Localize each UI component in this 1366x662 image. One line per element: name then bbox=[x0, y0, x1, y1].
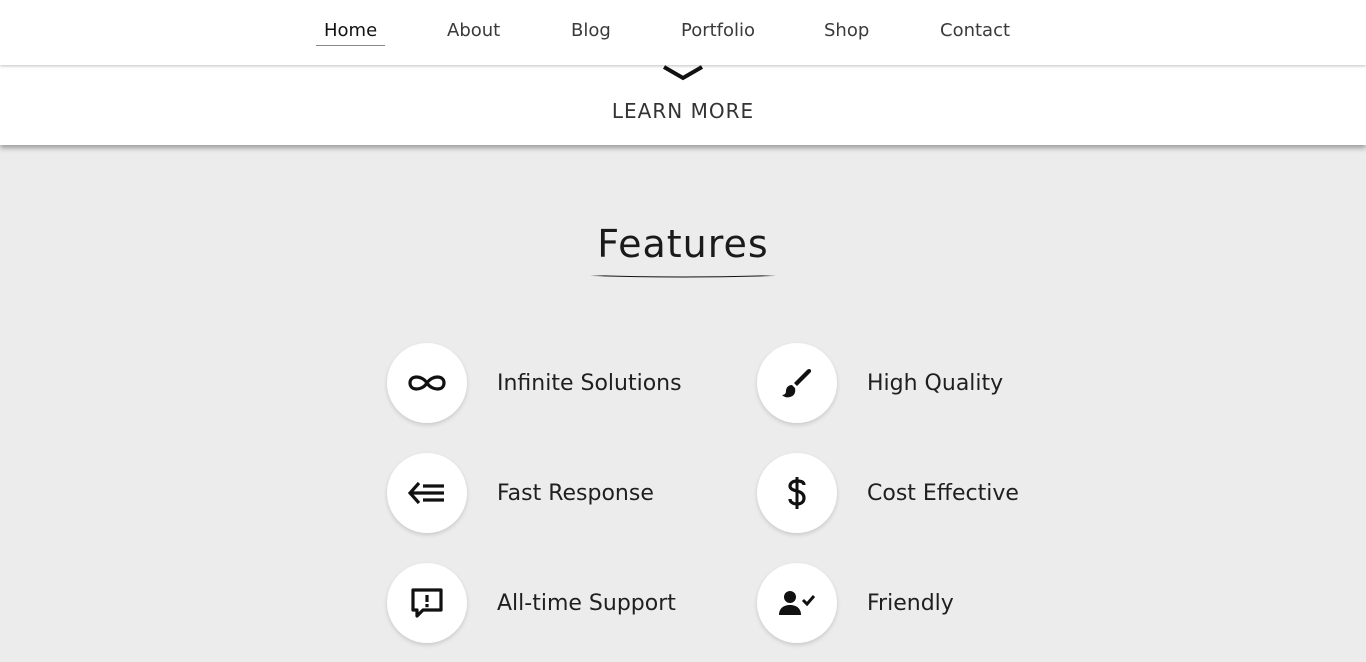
feature-item: Fast Response bbox=[387, 453, 654, 533]
feature-item: All-time Support bbox=[387, 563, 676, 643]
nav-active-indicator bbox=[316, 45, 385, 46]
nav-blog[interactable]: Blog bbox=[571, 20, 611, 41]
feature-item: Friendly bbox=[757, 563, 954, 643]
chevron-down-icon[interactable] bbox=[662, 65, 704, 81]
nav-contact[interactable]: Contact bbox=[940, 20, 1010, 41]
user-check-icon bbox=[779, 591, 816, 615]
feature-icon-circle bbox=[757, 453, 837, 533]
feature-item: Infinite Solutions bbox=[387, 343, 682, 423]
nav-home[interactable]: Home bbox=[324, 20, 377, 41]
top-navbar: Home About Blog Portfolio Shop Contact bbox=[0, 0, 1366, 65]
feature-label: Fast Response bbox=[497, 480, 654, 506]
nav-portfolio[interactable]: Portfolio bbox=[681, 20, 755, 41]
infinity-icon bbox=[408, 375, 446, 391]
feature-icon-circle bbox=[757, 343, 837, 423]
brush-icon bbox=[782, 369, 812, 398]
nav-about[interactable]: About bbox=[447, 20, 500, 41]
feature-label: Friendly bbox=[867, 590, 954, 616]
feature-item: Cost Effective bbox=[757, 453, 1019, 533]
feature-icon-circle bbox=[387, 453, 467, 533]
nav-shop[interactable]: Shop bbox=[824, 20, 869, 41]
feature-label: All-time Support bbox=[497, 590, 676, 616]
feature-icon-circle bbox=[387, 343, 467, 423]
feature-item: High Quality bbox=[757, 343, 1003, 423]
feature-icon-circle bbox=[757, 563, 837, 643]
feedback-icon bbox=[411, 588, 443, 618]
feature-icon-circle bbox=[387, 563, 467, 643]
feature-label: High Quality bbox=[867, 370, 1004, 396]
feature-label: Infinite Solutions bbox=[497, 370, 682, 396]
title-underline bbox=[590, 275, 776, 278]
learn-more-link[interactable]: LEARN MORE bbox=[0, 99, 1366, 123]
feature-label: Cost Effective bbox=[867, 480, 1019, 506]
dollar-icon bbox=[788, 477, 806, 509]
fast-arrow-icon bbox=[408, 481, 444, 505]
features-title: Features bbox=[597, 222, 769, 266]
hero-bottom: LEARN MORE bbox=[0, 65, 1366, 145]
